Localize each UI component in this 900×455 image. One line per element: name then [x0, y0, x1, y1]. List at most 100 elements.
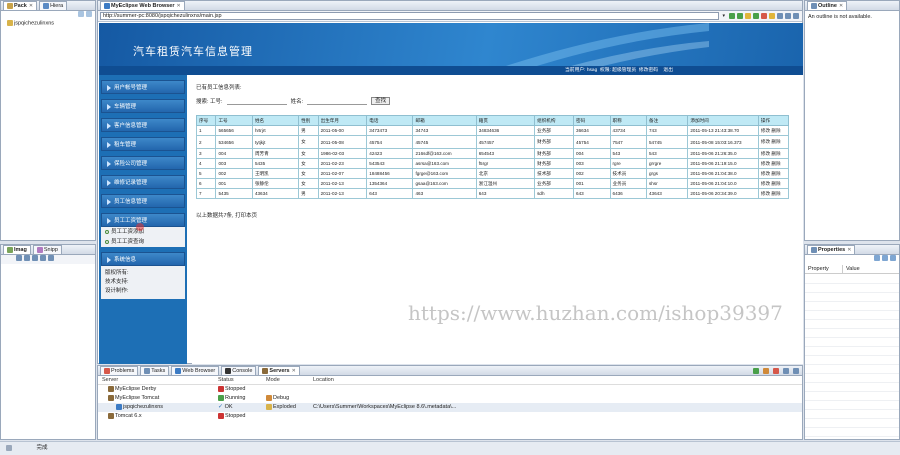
tab-web-browser[interactable]: MyEclipse Web Browser ✕	[100, 1, 185, 10]
start-server-icon[interactable]	[753, 367, 759, 374]
table-footer: 以上数据共7条, 打印本页	[196, 213, 258, 219]
rotate-icon[interactable]	[48, 255, 54, 261]
close-icon[interactable]: ✕	[29, 3, 33, 9]
close-icon[interactable]: ✕	[839, 3, 843, 9]
row-actions[interactable]: 修改 删除	[757, 168, 790, 179]
properties-panel: Properties ✕ Property Value	[804, 244, 900, 440]
close-icon[interactable]: ✕	[847, 247, 851, 253]
table-row: 4 003 5435 女 2011-02-23 543543 asrsa@163.com f5…	[195, 158, 790, 169]
table-cell: 财务部	[534, 158, 575, 169]
save-icon[interactable]	[16, 255, 22, 261]
table-cell: asrsa@163.com	[412, 158, 477, 169]
debug-server-icon[interactable]	[763, 367, 769, 374]
settings-icon[interactable]	[793, 13, 799, 19]
nav-repairs[interactable]: 维修记录管理	[101, 175, 185, 189]
zoom-out-icon[interactable]	[32, 255, 38, 261]
go-icon[interactable]	[729, 13, 735, 19]
table-cell: 技术员	[609, 168, 648, 179]
project-tree-item[interactable]: jspqichezulinxns	[1, 20, 95, 26]
nav-employees[interactable]: 员工信息管理	[101, 194, 185, 208]
column-header: 添加时间	[687, 115, 759, 126]
table-cell: 643	[573, 188, 611, 199]
nav-vehicles[interactable]: 车辆管理	[101, 99, 185, 113]
server-row[interactable]: MyEclipse Tomcat Running Debug	[98, 394, 802, 403]
outline-tabbar: Outline ✕	[805, 1, 899, 11]
table-cell: rgre	[609, 158, 648, 169]
tab-snippets[interactable]: Snipp	[32, 245, 62, 254]
table-cell: 3473473	[366, 125, 414, 136]
bullet-icon	[105, 229, 109, 234]
column-header: 出生年月	[317, 115, 368, 126]
table-cell: f5rgr	[475, 158, 536, 169]
stop-server-icon[interactable]	[773, 367, 779, 374]
support-line: 技术支持:	[105, 279, 129, 285]
sub-item-query-salary[interactable]: 员工工资查询	[101, 237, 185, 247]
nav-customers[interactable]: 客户信息管理	[101, 118, 185, 132]
collapse-all-icon[interactable]	[78, 11, 84, 17]
nav-insurance[interactable]: 保险公司管理	[101, 156, 185, 170]
nav-rentals[interactable]: 租车管理	[101, 137, 185, 151]
tab-package-explorer[interactable]: Pack ✕	[3, 1, 38, 10]
search-button[interactable]: 查找	[371, 97, 391, 105]
row-actions[interactable]: 修改 删除	[757, 148, 790, 159]
table-cell: 5435	[251, 158, 300, 169]
editor-tabbar: MyEclipse Web Browser ✕	[98, 1, 802, 11]
search-name-input[interactable]	[307, 98, 368, 105]
tab-servers[interactable]: Servers ✕	[258, 366, 300, 375]
tab-problems[interactable]: Problems	[100, 366, 139, 375]
tab-tasks[interactable]: Tasks	[140, 366, 170, 375]
forward-icon[interactable]	[753, 13, 759, 19]
tab-console[interactable]: Console	[221, 366, 257, 375]
change-password-link[interactable]: 修改密码	[639, 68, 658, 73]
tab-image-viewer[interactable]: Imag	[3, 245, 31, 254]
stop-icon[interactable]	[761, 13, 767, 19]
search-number-input[interactable]	[226, 98, 287, 105]
tab-properties[interactable]: Properties ✕	[807, 245, 856, 254]
tasks-icon	[144, 367, 151, 374]
print-icon[interactable]	[785, 13, 791, 19]
table-cell: 女	[298, 178, 319, 189]
server-icon	[108, 385, 114, 392]
row-actions[interactable]: 修改 删除	[757, 135, 790, 149]
row-actions[interactable]: 修改 删除	[757, 188, 790, 199]
server-row[interactable]: Tomcat 6.x Stopped	[98, 412, 802, 421]
fit-icon[interactable]	[40, 255, 46, 261]
row-actions[interactable]: 修改 删除	[757, 125, 790, 136]
table-cell: 654543	[475, 148, 536, 159]
server-row-selected[interactable]: jspqichezulinxns ✓ OK Exploded C:\Users\…	[98, 403, 802, 412]
close-icon[interactable]: ✕	[292, 368, 296, 374]
column-header: 密码	[573, 115, 611, 126]
defaults-icon[interactable]	[890, 255, 896, 261]
bookmark-icon[interactable]	[745, 13, 751, 19]
tab-outline[interactable]: Outline ✕	[807, 1, 848, 10]
tab-web-browser-view[interactable]: Web Browser	[171, 366, 220, 375]
back-icon[interactable]	[737, 13, 743, 19]
check-icon: ✓	[218, 404, 224, 410]
table-cell: 1	[195, 125, 217, 136]
tab-hierarchy[interactable]: Hiera	[39, 1, 68, 10]
minimize-icon[interactable]	[793, 367, 799, 374]
link-editor-icon[interactable]	[86, 11, 92, 17]
row-actions[interactable]: 修改 删除	[757, 158, 790, 169]
categories-icon[interactable]	[874, 255, 880, 261]
url-input[interactable]: http://summer-pc:8080/jspqichezulinxns/m…	[100, 12, 720, 20]
nav-user-accounts[interactable]: 用户帐号管理	[101, 80, 185, 94]
server-row[interactable]: MyEclipse Derby Stopped	[98, 385, 802, 394]
app-top-links: 当前用户: hsag 权限: 超级管理员 修改密码 退出	[99, 66, 803, 75]
logout-link[interactable]: 退出	[663, 68, 673, 73]
status-text: 完成	[36, 445, 48, 451]
filter-icon[interactable]	[882, 255, 888, 261]
servers-header-row: Server Status Mode Location	[98, 376, 802, 385]
refresh-icon[interactable]	[769, 13, 775, 19]
table-cell: 业务部	[534, 178, 575, 189]
employee-table: 序号 工号 姓名 性别 出生年月 电话 邮箱 籍贯 组织机构 密码 职称 备注 添加时间 操作 1 5656…	[195, 115, 790, 199]
server-icon	[108, 394, 114, 401]
publish-icon[interactable]	[783, 367, 789, 374]
close-icon[interactable]: ✕	[176, 3, 180, 9]
row-actions[interactable]: 修改 删除	[757, 178, 790, 189]
home-icon[interactable]	[777, 13, 783, 19]
app-title: 汽车租赁汽车信息管理	[133, 45, 253, 58]
nav-system-info[interactable]: 系统信息	[101, 252, 185, 266]
url-dropdown-icon[interactable]: ▾	[722, 13, 725, 19]
zoom-in-icon[interactable]	[24, 255, 30, 261]
